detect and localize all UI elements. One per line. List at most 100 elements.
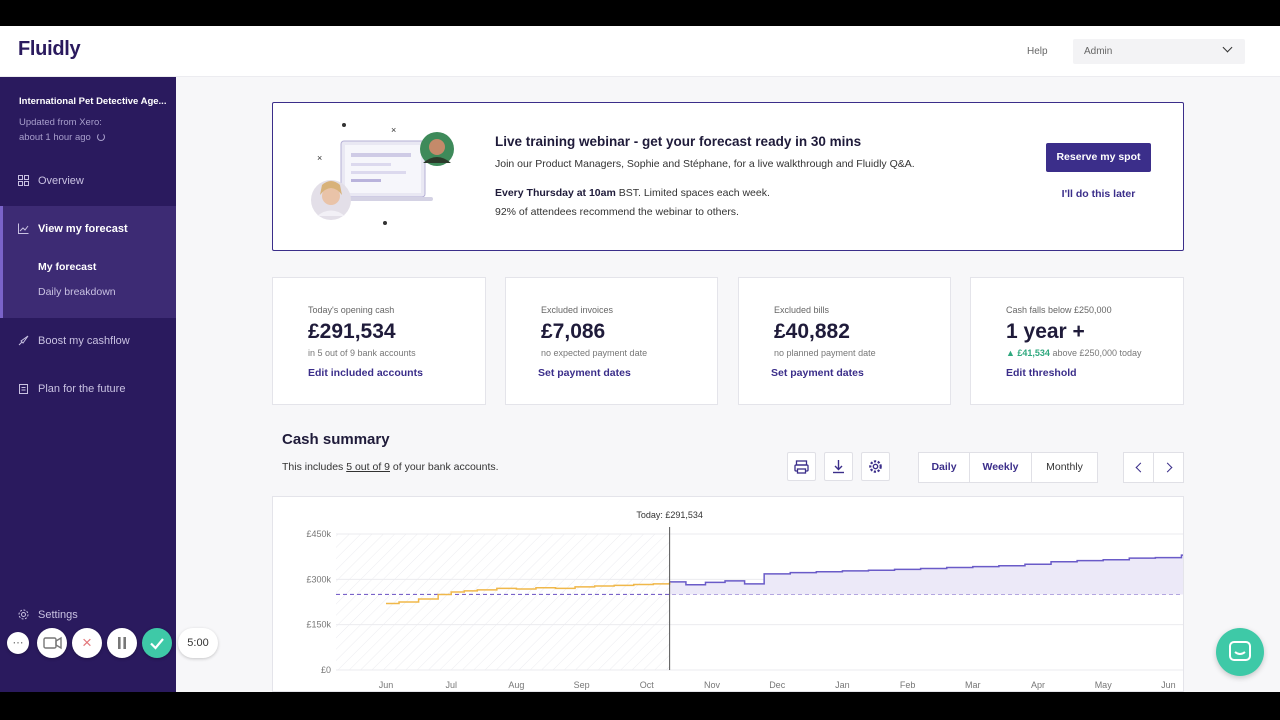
card-note: no expected payment date <box>541 348 648 358</box>
chat-launcher-button[interactable] <box>1216 628 1264 676</box>
edit-accounts-link[interactable]: Edit included accounts <box>308 367 423 379</box>
pause-icon <box>118 637 126 649</box>
today-label: Today: £291,534 <box>636 510 703 520</box>
x-tick-label: Apr <box>1031 680 1045 690</box>
svg-text:×: × <box>391 125 396 135</box>
cancel-recording-button[interactable]: × <box>72 628 102 658</box>
print-button[interactable] <box>787 452 816 481</box>
y-tick-label: £300k <box>306 574 331 584</box>
print-icon <box>794 460 809 474</box>
dismiss-later-link[interactable]: I'll do this later <box>1046 188 1151 200</box>
cash-summary-chart-panel: £450k £300k £150k £0 Jun Jul Aug Sep Oct Nov Dec Ja… <box>272 496 1184 692</box>
rocket-icon <box>18 335 29 346</box>
x-tick-label: Oct <box>640 680 655 690</box>
clipboard-icon <box>19 384 28 394</box>
set-bill-dates-link[interactable]: Set payment dates <box>771 367 864 379</box>
threshold-card: Cash falls below £250,000 1 year + ▲ £41… <box>970 277 1184 405</box>
x-tick-label: Jun <box>1161 680 1176 690</box>
checkmark-icon <box>150 638 164 650</box>
sidebar-item-overview[interactable]: Overview <box>0 166 176 196</box>
gear-icon <box>869 460 882 473</box>
app-frame: Fluidly Help Admin International Pet Det… <box>0 26 1280 692</box>
chevron-right-icon <box>1162 462 1173 473</box>
y-tick-label: £150k <box>306 620 331 630</box>
x-tick-label: Aug <box>508 680 524 690</box>
x-tick-label: Sep <box>574 680 590 690</box>
card-label: Cash falls below £250,000 <box>1006 305 1112 315</box>
finish-recording-button[interactable] <box>142 628 172 658</box>
x-tick-label: May <box>1095 680 1113 690</box>
refresh-icon[interactable] <box>96 133 105 141</box>
forecast-area <box>669 555 1183 595</box>
card-label: Excluded bills <box>774 305 830 315</box>
cash-summary-chart[interactable]: £450k £300k £150k £0 Jun Jul Aug Sep Oct Nov Dec Ja… <box>273 497 1183 691</box>
fluidly-logo[interactable]: Fluidly <box>18 38 81 61</box>
chevron-left-icon <box>1135 462 1146 473</box>
card-value: £40,882 <box>774 320 850 343</box>
x-tick-label: Jun <box>379 680 394 690</box>
reserve-spot-button[interactable]: Reserve my spot <box>1046 143 1151 172</box>
sidebar-subitem-daily-breakdown[interactable]: Daily breakdown <box>38 286 116 298</box>
top-bar: Fluidly Help Admin <box>0 26 1280 77</box>
cash-summary-subtitle: This includes 5 out of 9 of your bank ac… <box>282 461 499 473</box>
gear-icon <box>18 609 29 620</box>
banner-title: Live training webinar - get your forecas… <box>495 134 862 149</box>
banner-subtitle: Join our Product Managers, Sophie and St… <box>495 158 915 170</box>
card-value: £291,534 <box>308 320 396 343</box>
sidebar-subitem-my-forecast[interactable]: My forecast <box>38 261 96 273</box>
banner-schedule: Every Thursday at 10am BST. Limited spac… <box>495 187 770 199</box>
camera-icon <box>43 636 62 650</box>
card-value: 1 year + <box>1006 320 1085 343</box>
webinar-banner: × × Live training webinar - get your for… <box>272 102 1184 251</box>
sidebar-item-boost-cashflow[interactable]: Boost my cashflow <box>0 326 176 356</box>
webinar-illustration: × × <box>311 123 454 225</box>
x-tick-label: Feb <box>900 680 916 690</box>
previous-period-button[interactable] <box>1123 452 1154 483</box>
sync-status: Updated from Xero: about 1 hour ago <box>19 115 105 145</box>
download-icon <box>833 460 844 474</box>
view-daily-tab[interactable]: Daily <box>918 452 970 483</box>
sidebar-item-view-forecast[interactable]: View my forecast <box>0 214 176 244</box>
more-options-button[interactable]: ⋯ <box>7 632 29 654</box>
card-note: ▲ £41,534 above £250,000 today <box>1006 348 1142 358</box>
sidebar: International Pet Detective Age... Updat… <box>0 77 176 692</box>
card-label: Today's opening cash <box>308 305 395 315</box>
y-tick-label: £450k <box>306 529 331 539</box>
next-period-button[interactable] <box>1153 452 1184 483</box>
excluded-bills-card: Excluded bills £40,882 no planned paymen… <box>738 277 951 405</box>
grid-icon <box>18 175 29 186</box>
x-tick-label: Jul <box>445 680 457 690</box>
camera-toggle-button[interactable] <box>37 628 67 658</box>
history-shading <box>336 534 670 670</box>
card-value: £7,086 <box>541 320 606 343</box>
view-monthly-tab[interactable]: Monthly <box>1031 452 1098 483</box>
card-note: in 5 out of 9 bank accounts <box>308 348 416 358</box>
accounts-link[interactable]: 5 out of 9 <box>346 461 390 473</box>
help-link[interactable]: Help <box>1027 46 1048 57</box>
organisation-name: International Pet Detective Age... <box>19 96 167 107</box>
cash-summary-title: Cash summary <box>282 431 390 448</box>
pause-recording-button[interactable] <box>107 628 137 658</box>
x-tick-label: Dec <box>769 680 786 690</box>
sidebar-item-plan-future[interactable]: Plan for the future <box>0 374 176 404</box>
card-label: Excluded invoices <box>541 305 614 315</box>
set-invoice-dates-link[interactable]: Set payment dates <box>538 367 631 379</box>
card-note: no planned payment date <box>774 348 876 358</box>
banner-stat: 92% of attendees recommend the webinar t… <box>495 206 739 218</box>
excluded-invoices-card: Excluded invoices £7,086 no expected pay… <box>505 277 718 405</box>
view-weekly-tab[interactable]: Weekly <box>969 452 1032 483</box>
edit-threshold-link[interactable]: Edit threshold <box>1006 367 1077 379</box>
y-tick-label: £0 <box>321 665 331 675</box>
user-name: Admin <box>1084 46 1113 57</box>
user-menu[interactable]: Admin <box>1073 39 1245 64</box>
line-chart-icon <box>18 223 29 234</box>
download-button[interactable] <box>824 452 853 481</box>
x-tick-label: Mar <box>965 680 981 690</box>
recording-timer: 5:00 <box>178 628 218 658</box>
chat-icon <box>1229 641 1251 661</box>
x-tick-label: Nov <box>704 680 721 690</box>
chart-settings-button[interactable] <box>861 452 890 481</box>
svg-text:×: × <box>317 153 322 163</box>
opening-cash-card: Today's opening cash £291,534 in 5 out o… <box>272 277 486 405</box>
x-tick-label: Jan <box>835 680 850 690</box>
